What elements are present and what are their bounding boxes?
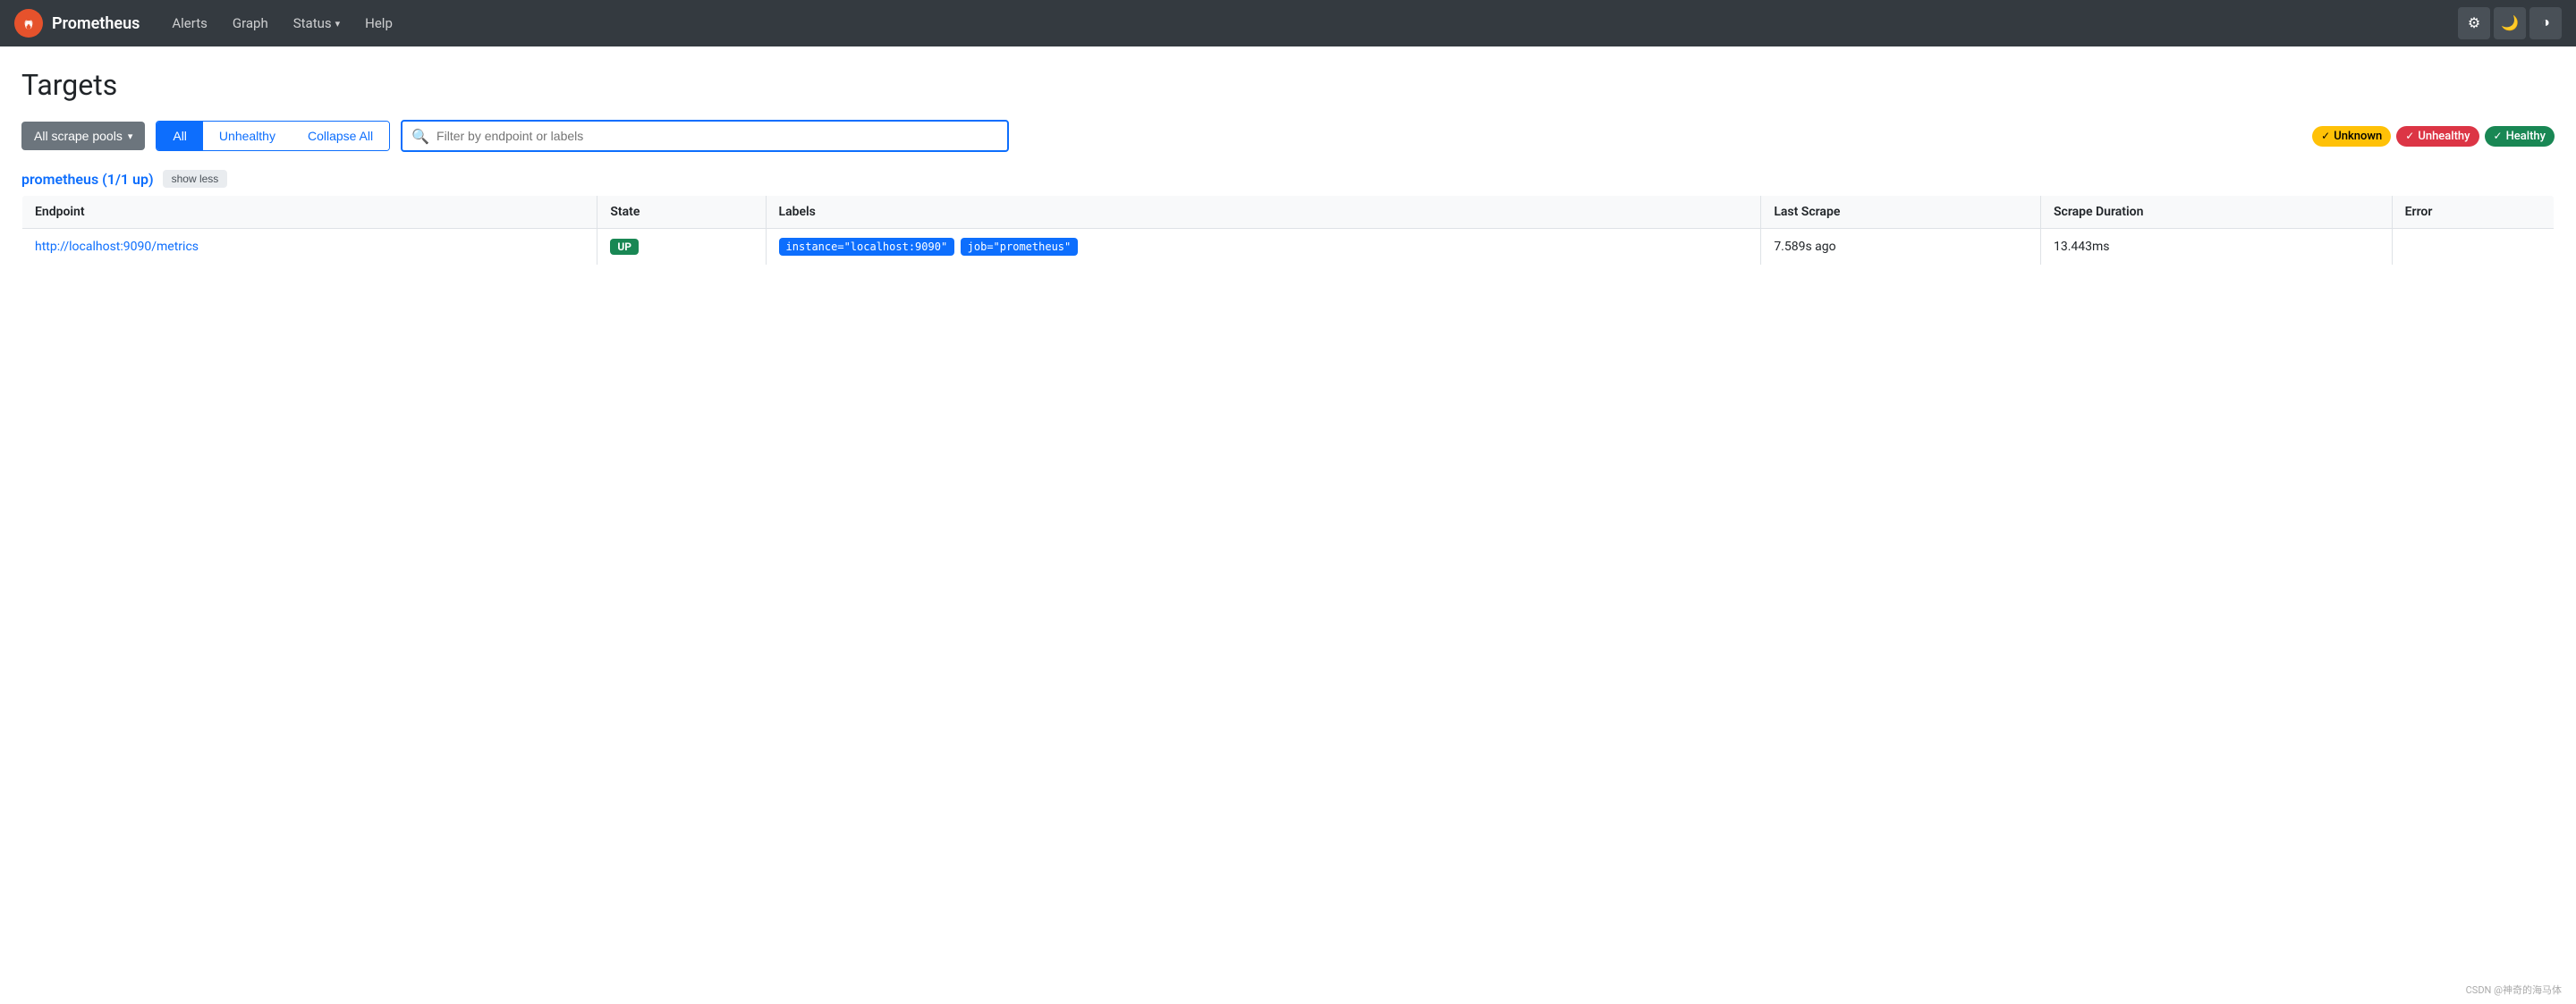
contrast-button[interactable]: ◑ (2529, 7, 2562, 39)
cell-endpoint: http://localhost:9090/metrics (22, 229, 597, 266)
btn-collapse-all[interactable]: Collapse All (292, 122, 389, 150)
navbar: Prometheus Alerts Graph Status Help ⚙ 🌙 … (0, 0, 2576, 46)
logo-icon (19, 13, 38, 33)
cell-error (2392, 229, 2554, 266)
show-less-button[interactable]: show less (163, 170, 228, 188)
filter-badge-healthy[interactable]: ✓ Healthy (2485, 126, 2555, 147)
label-job: job="prometheus" (961, 238, 1079, 256)
col-labels: Labels (766, 196, 1761, 229)
col-state: State (597, 196, 766, 229)
footer-note: CSDN @神奇的海马体 (2466, 983, 2562, 997)
btn-unhealthy[interactable]: Unhealthy (203, 122, 292, 150)
scrape-pools-dropdown[interactable]: All scrape pools (21, 122, 145, 150)
prometheus-logo (14, 9, 43, 38)
section-title-prometheus[interactable]: prometheus (1/1 up) (21, 171, 154, 188)
cell-labels: instance="localhost:9090" job="prometheu… (766, 229, 1761, 266)
col-last-scrape: Last Scrape (1761, 196, 2041, 229)
prometheus-section-header: prometheus (1/1 up) show less (21, 170, 2555, 188)
col-error: Error (2392, 196, 2554, 229)
cell-state: UP (597, 229, 766, 266)
healthy-label: Healthy (2506, 130, 2546, 143)
filter-badges: ✓ Unknown ✓ Unhealthy ✓ Healthy (2312, 126, 2555, 147)
targets-table: Endpoint State Labels Last Scrape Scrape… (21, 195, 2555, 266)
unknown-check-icon: ✓ (2321, 130, 2330, 142)
search-input[interactable] (436, 122, 998, 150)
table-row: http://localhost:9090/metrics UP instanc… (22, 229, 2555, 266)
filter-row: All scrape pools All Unhealthy Collapse … (21, 120, 2555, 152)
nav-help[interactable]: Help (354, 8, 403, 38)
unknown-label: Unknown (2334, 130, 2382, 143)
filter-badge-unknown[interactable]: ✓ Unknown (2312, 126, 2391, 147)
search-wrapper: 🔍 (401, 120, 1009, 152)
col-scrape-duration: Scrape Duration (2041, 196, 2393, 229)
nav-alerts[interactable]: Alerts (161, 8, 218, 38)
endpoint-link[interactable]: http://localhost:9090/metrics (35, 240, 199, 254)
unhealthy-check-icon: ✓ (2405, 130, 2414, 142)
brand-logo[interactable]: Prometheus (14, 9, 140, 38)
healthy-check-icon: ✓ (2494, 130, 2503, 142)
main-content: Targets All scrape pools All Unhealthy C… (0, 46, 2576, 287)
view-toggle-group: All Unhealthy Collapse All (156, 121, 390, 151)
unhealthy-label: Unhealthy (2418, 130, 2470, 143)
brand-name: Prometheus (52, 14, 140, 33)
state-badge-up: UP (610, 239, 639, 255)
search-icon: 🔍 (411, 128, 429, 145)
scrape-pools-label: All scrape pools (34, 129, 123, 143)
theme-moon-button[interactable]: 🌙 (2494, 7, 2526, 39)
cell-last-scrape: 7.589s ago (1761, 229, 2041, 266)
filter-badge-unhealthy[interactable]: ✓ Unhealthy (2396, 126, 2479, 147)
nav-status[interactable]: Status (283, 8, 351, 38)
col-endpoint: Endpoint (22, 196, 597, 229)
navbar-icons: ⚙ 🌙 ◑ (2458, 7, 2562, 39)
btn-all[interactable]: All (157, 122, 203, 150)
main-nav: Alerts Graph Status Help (161, 8, 403, 38)
page-title: Targets (21, 68, 2555, 102)
table-body: http://localhost:9090/metrics UP instanc… (22, 229, 2555, 266)
table-header: Endpoint State Labels Last Scrape Scrape… (22, 196, 2555, 229)
nav-graph[interactable]: Graph (222, 8, 279, 38)
cell-scrape-duration: 13.443ms (2041, 229, 2393, 266)
settings-button[interactable]: ⚙ (2458, 7, 2490, 39)
label-instance: instance="localhost:9090" (779, 238, 955, 256)
